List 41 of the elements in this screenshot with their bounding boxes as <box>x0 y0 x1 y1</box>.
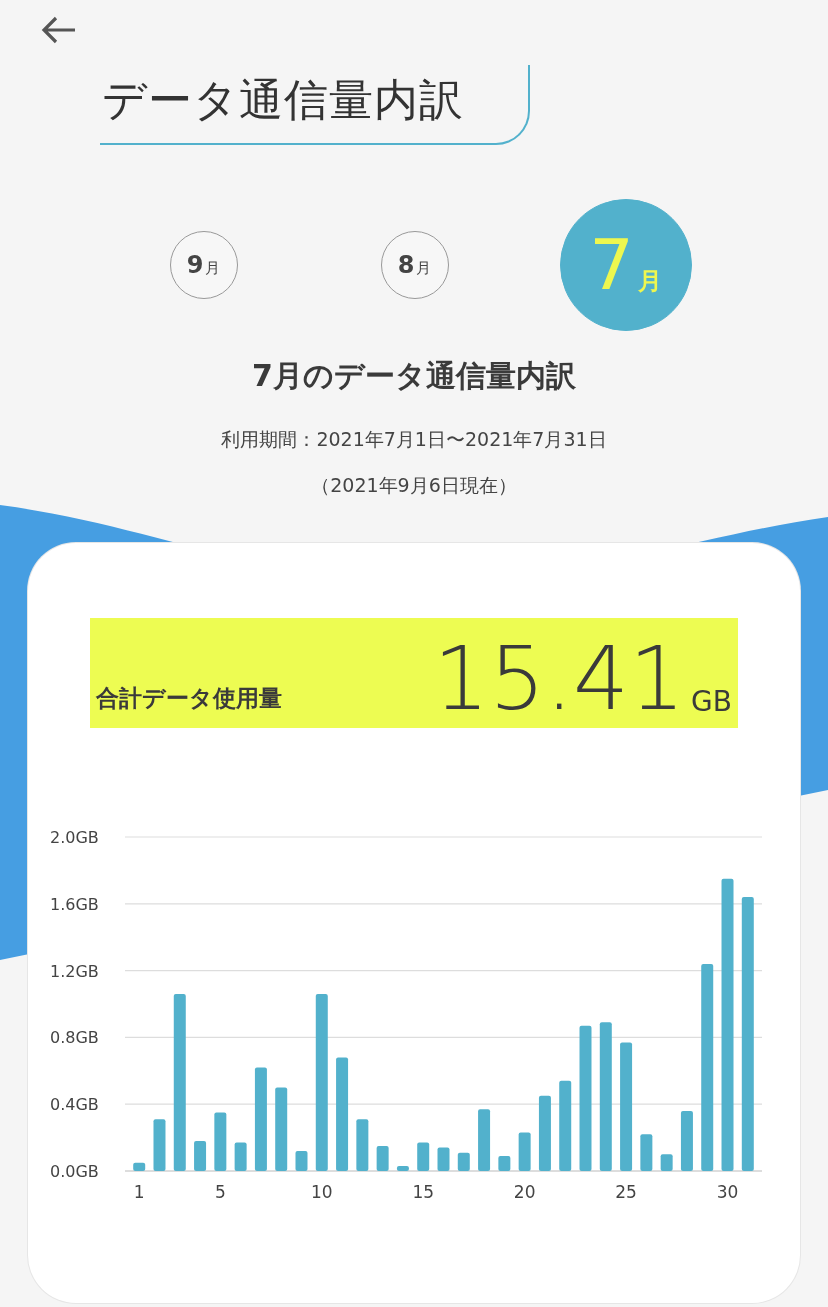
x-axis-label: 1 <box>133 1182 145 1202</box>
usage-bar <box>356 1119 369 1171</box>
month-button[interactable]: 9 月 <box>169 231 238 299</box>
usage-bar <box>680 1110 693 1171</box>
usage-bar <box>234 1142 247 1171</box>
usage-bar <box>376 1145 389 1171</box>
period-heading: 7月のデータ通信量内訳 <box>251 357 577 395</box>
x-axis-label: 30 <box>716 1182 739 1202</box>
total-value: 15.41 <box>433 638 686 718</box>
x-axis-label: 10 <box>310 1182 333 1202</box>
usage-bar <box>214 1112 227 1171</box>
back-arrow-icon[interactable] <box>40 15 78 45</box>
month-button[interactable]: 8 月 <box>380 231 449 299</box>
total-unit: GB <box>691 685 732 718</box>
usage-bar <box>396 1166 409 1171</box>
as-of-date: （2021年9月6日現在） <box>310 473 518 498</box>
usage-bar <box>478 1109 491 1171</box>
usage-bar <box>518 1132 531 1171</box>
x-axis-label: 25 <box>615 1182 637 1202</box>
usage-bar <box>194 1140 207 1171</box>
x-axis-label: 20 <box>513 1182 536 1202</box>
usage-bar <box>660 1154 673 1171</box>
y-axis-label: 0.0GB <box>50 1162 99 1181</box>
page-title: データ通信量内訳 <box>101 73 464 127</box>
usage-bar <box>457 1152 470 1171</box>
usage-bar <box>498 1155 511 1171</box>
y-axis-label: 2.0GB <box>50 828 99 847</box>
y-axis-label: 0.8GB <box>50 1028 99 1048</box>
x-axis-label: 5 <box>214 1182 226 1202</box>
usage-bar <box>295 1150 308 1171</box>
usage-bar <box>153 1119 166 1171</box>
y-axis-label: 1.2GB <box>50 961 99 981</box>
total-label: 合計データ使用量 <box>96 684 282 713</box>
usage-bar <box>437 1147 450 1171</box>
usage-bar <box>640 1134 653 1171</box>
usage-bar <box>417 1142 430 1171</box>
period-range: 利用期間：2021年7月1日〜2021年7月31日 <box>220 427 608 452</box>
y-axis-label: 1.6GB <box>50 894 99 914</box>
x-axis-label: 15 <box>412 1182 435 1202</box>
usage-bar <box>133 1162 146 1171</box>
y-axis-label: 0.4GB <box>50 1095 99 1115</box>
